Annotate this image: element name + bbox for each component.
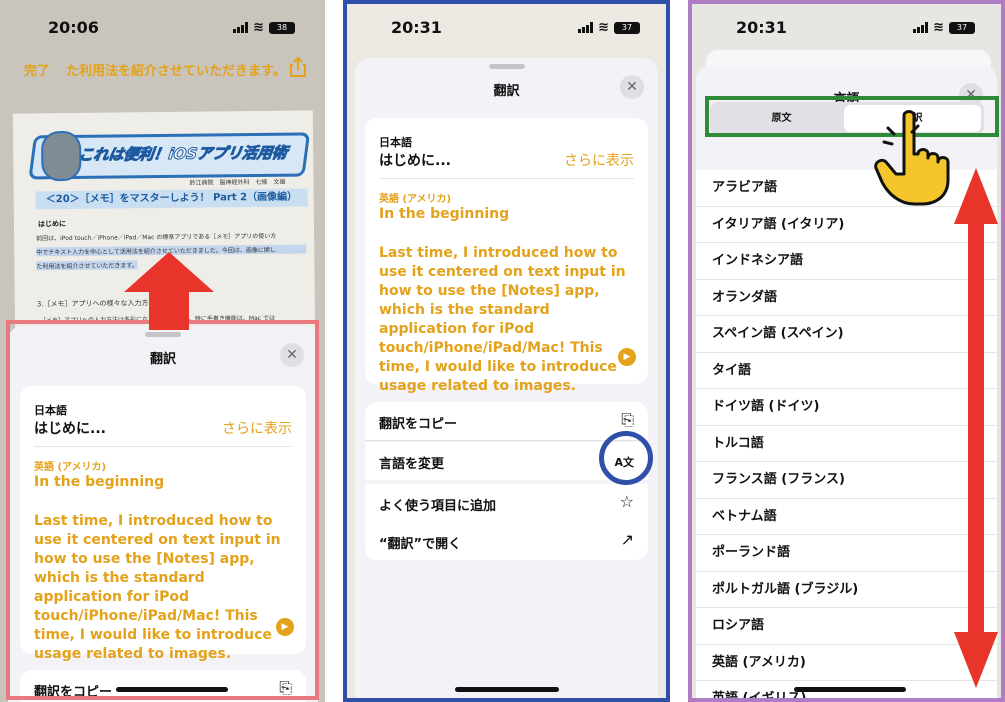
doc-heading: はじめに	[37, 220, 67, 229]
wifi-icon: ≋	[253, 20, 264, 35]
done-button[interactable]: 完了	[24, 60, 50, 79]
doc-subtitle: ＜20＞［メモ］をマスターしよう！ Part 2（画像編）	[35, 188, 308, 210]
share-icon[interactable]	[289, 56, 307, 78]
author-photo	[40, 130, 82, 182]
screen-translate-menu: 20:31 ≋ 37 翻訳 ✕ 日本語 はじめに... さらに表示 英語 (アメ…	[343, 0, 670, 702]
status-time: 20:06	[48, 18, 99, 37]
signal-icon	[233, 22, 249, 33]
status-bar: 20:06 ≋ 38	[0, 14, 325, 40]
battery-icon: 38	[269, 21, 295, 34]
highlight-frame-panel	[688, 0, 1005, 702]
screen-language-picker: 20:31 ≋ 37 言語 ✕ 原文 翻訳 アラビア語 イタリア語 (イタリア)…	[688, 0, 1005, 702]
screen-camera-translate: 20:06 ≋ 38 完了 た利用法を紹介させていただきます。 これは便利！iO…	[0, 0, 325, 702]
highlight-frame-panel	[343, 0, 670, 702]
header-text: た利用法を紹介させていただきます。	[66, 64, 286, 79]
camera-toolbar: 完了 た利用法を紹介させていただきます。	[0, 54, 325, 84]
highlight-frame-sheet	[6, 320, 319, 700]
up-arrow-icon	[124, 252, 214, 330]
